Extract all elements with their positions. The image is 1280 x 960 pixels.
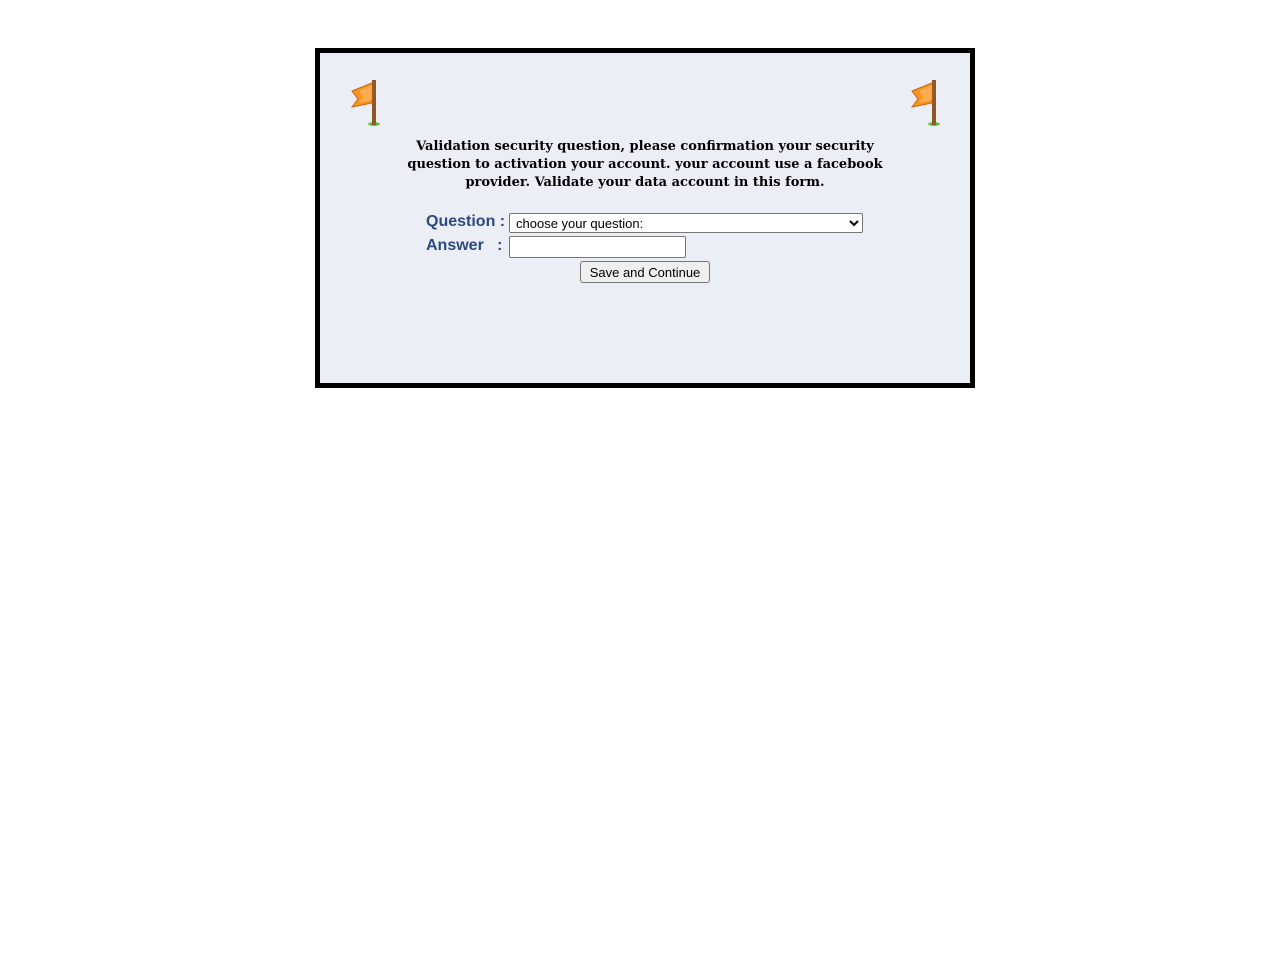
orange-flag-icon: [350, 80, 380, 126]
instruction-message: Validation security question, please con…: [407, 139, 883, 190]
security-question-select[interactable]: choose your question:: [509, 213, 863, 233]
save-and-continue-button[interactable]: Save and Continue: [580, 261, 710, 283]
orange-flag-icon: [910, 80, 940, 126]
question-label: Question :: [426, 213, 506, 230]
answer-input[interactable]: [509, 236, 686, 258]
answer-label: Answer :: [426, 237, 503, 254]
security-validation-panel: Validation security question, please con…: [315, 48, 975, 388]
